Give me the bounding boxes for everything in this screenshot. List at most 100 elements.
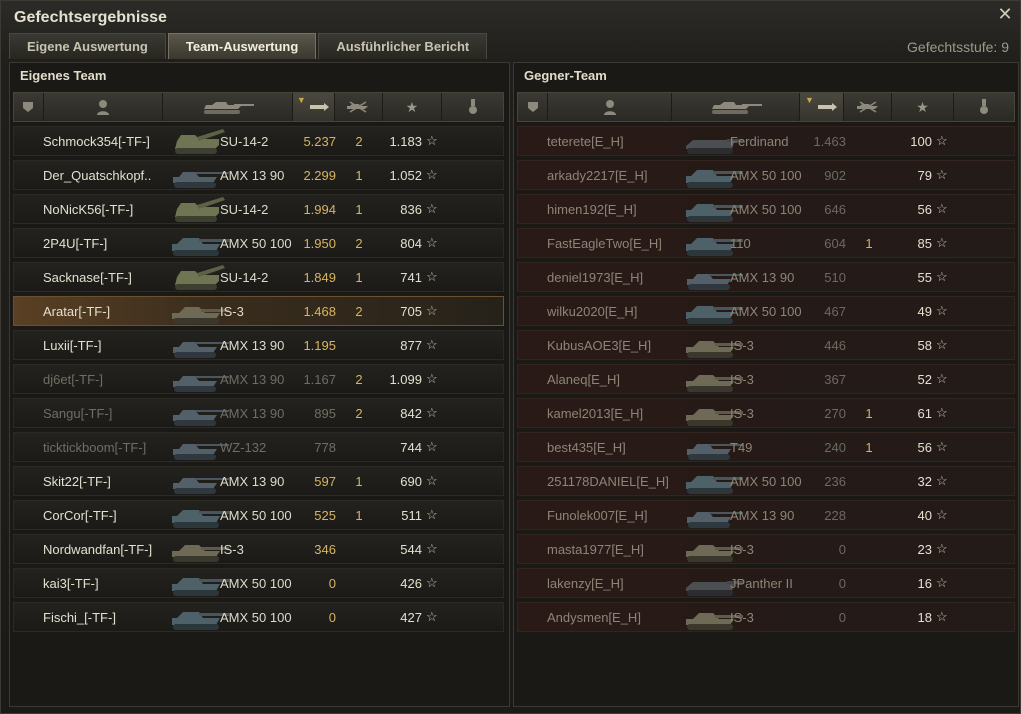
xp-star-icon: ☆	[426, 541, 438, 556]
damage-icon[interactable]: ▼	[292, 93, 335, 121]
xp-value: 52	[917, 372, 932, 387]
player-row[interactable]: Fischi_[-TF-] AMX 50 100 0 427 ☆	[13, 602, 504, 632]
player-row[interactable]: CorCor[-TF-] AMX 50 100 525 1 511 ☆	[13, 500, 504, 530]
player-row[interactable]: dj6et[-TF-] AMX 13 90 1.167 2 1.099 ☆	[13, 364, 504, 394]
damage-value: 510	[824, 270, 846, 285]
xp-value: 85	[917, 236, 932, 251]
damage-value: 1.849	[303, 270, 336, 285]
xp-value: 16	[917, 576, 932, 591]
player-row[interactable]: deniel1973[E_H] AMX 13 90 510 55 ☆	[517, 262, 1015, 292]
damage-value: 525	[314, 508, 336, 523]
player-row[interactable]: kai3[-TF-] AMX 50 100 0 426 ☆	[13, 568, 504, 598]
enemy-team-list: teterete[E_H] Ferdinand 1.463 100 ☆ arkady221…	[517, 126, 1015, 636]
platoon-icon[interactable]	[518, 93, 548, 121]
xp-star-icon: ☆	[426, 269, 438, 284]
xp-star-icon[interactable]: ★	[383, 93, 443, 121]
player-row[interactable]: Schmock354[-TF-] SU-14-2 5.237 2 1.183 ☆	[13, 126, 504, 156]
own-team-list: Schmock354[-TF-] SU-14-2 5.237 2 1.183 ☆ Der_Q…	[13, 126, 504, 636]
xp-star-icon: ☆	[936, 371, 948, 386]
player-name: Skit22[-TF-]	[43, 474, 111, 489]
player-row[interactable]: ticktickboom[-TF-] WZ-132 778 744 ☆	[13, 432, 504, 462]
xp-value: 804	[400, 236, 422, 251]
vehicle-name: IS-3	[730, 610, 754, 625]
enemy-team-title: Gegner-Team	[524, 68, 607, 83]
player-row[interactable]: Nordwandfan[-TF-] IS-3 346 544 ☆	[13, 534, 504, 564]
vehicle-name: Ferdinand	[730, 134, 789, 149]
player-row[interactable]: Aratar[-TF-] IS-3 1.468 2 705 ☆	[13, 296, 504, 326]
player-name: 2P4U[-TF-]	[43, 236, 108, 251]
medal-icon[interactable]	[442, 93, 503, 121]
player-row[interactable]: Alaneq[E_H] IS-3 367 52 ☆	[517, 364, 1015, 394]
player-name: Fischi_[-TF-]	[43, 610, 116, 625]
player-row[interactable]: masta1977[E_H] IS-3 0 23 ☆	[517, 534, 1015, 564]
xp-value: 741	[400, 270, 422, 285]
damage-icon[interactable]: ▼	[800, 93, 844, 121]
player-name: NoNicK56[-TF-]	[43, 202, 134, 217]
player-row[interactable]: arkady2217[E_H] AMX 50 100 902 79 ☆	[517, 160, 1015, 190]
player-row[interactable]: Der_Quatschkopf.. AMX 13 90 2.299 1 1.052 ☆	[13, 160, 504, 190]
player-row[interactable]: Andysmen[E_H] IS-3 0 18 ☆	[517, 602, 1015, 632]
player-name: ticktickboom[-TF-]	[43, 440, 147, 455]
player-row[interactable]: Sacknase[-TF-] SU-14-2 1.849 1 741 ☆	[13, 262, 504, 292]
vehicle-name: IS-3	[730, 406, 754, 421]
xp-value: 705	[400, 304, 422, 319]
player-name: dj6et[-TF-]	[43, 372, 103, 387]
medal-icon[interactable]	[954, 93, 1014, 121]
xp-value: 58	[917, 338, 932, 353]
player-name: masta1977[E_H]	[547, 542, 644, 557]
tab-detailed-report[interactable]: Ausführlicher Bericht	[318, 33, 488, 59]
player-row[interactable]: KubusAOE3[E_H] IS-3 446 58 ☆	[517, 330, 1015, 360]
tank-icon[interactable]	[672, 93, 800, 121]
tab-bar: Eigene Auswertung Team-Auswertung Ausfüh…	[9, 33, 489, 59]
player-row[interactable]: Skit22[-TF-] AMX 13 90 597 1 690 ☆	[13, 466, 504, 496]
vehicle-name: IS-3	[730, 542, 754, 557]
player-row[interactable]: NoNicK56[-TF-] SU-14-2 1.994 1 836 ☆	[13, 194, 504, 224]
xp-value: 40	[917, 508, 932, 523]
platoon-icon[interactable]	[14, 93, 44, 121]
xp-star-icon: ☆	[936, 473, 948, 488]
sort-caret-icon: ▼	[296, 95, 306, 105]
player-icon[interactable]	[548, 93, 672, 121]
player-row[interactable]: wilku2020[E_H] AMX 50 100 467 49 ☆	[517, 296, 1015, 326]
tab-team-evaluation[interactable]: Team-Auswertung	[167, 33, 317, 59]
damage-value: 1.950	[303, 236, 336, 251]
damage-value: 895	[314, 406, 336, 421]
player-row[interactable]: teterete[E_H] Ferdinand 1.463 100 ☆	[517, 126, 1015, 156]
xp-star-icon: ☆	[426, 303, 438, 318]
close-icon[interactable]: ✕	[997, 5, 1013, 23]
player-row[interactable]: lakenzy[E_H] JPanther II 0 16 ☆	[517, 568, 1015, 598]
player-row[interactable]: Luxii[-TF-] AMX 13 90 1.195 877 ☆	[13, 330, 504, 360]
kills-icon[interactable]	[335, 93, 383, 121]
xp-star-icon: ☆	[936, 167, 948, 182]
player-name: Nordwandfan[-TF-]	[43, 542, 153, 557]
damage-value: 228	[824, 508, 846, 523]
tank-icon[interactable]	[163, 93, 293, 121]
player-name: Alaneq[E_H]	[547, 372, 620, 387]
xp-star-icon: ☆	[426, 201, 438, 216]
kills-icon[interactable]	[844, 93, 892, 121]
vehicle-name: JPanther II	[730, 576, 793, 591]
player-name: Sangu[-TF-]	[43, 406, 113, 421]
player-icon[interactable]	[44, 93, 164, 121]
xp-value: 690	[400, 474, 422, 489]
damage-value: 0	[838, 542, 846, 557]
player-name: Aratar[-TF-]	[43, 304, 111, 319]
tab-own-evaluation[interactable]: Eigene Auswertung	[9, 33, 166, 59]
vehicle-name: WZ-132	[220, 440, 267, 455]
xp-star-icon: ☆	[426, 371, 438, 386]
player-row[interactable]: himen192[E_H] AMX 50 100 646 56 ☆	[517, 194, 1015, 224]
xp-star-icon[interactable]: ★	[892, 93, 954, 121]
vehicle-name: AMX 13 90	[220, 474, 285, 489]
xp-star-icon: ☆	[936, 133, 948, 148]
damage-value: 778	[314, 440, 336, 455]
player-row[interactable]: FastEagleTwo[E_H] 110 604 1 85 ☆	[517, 228, 1015, 258]
player-row[interactable]: Sangu[-TF-] AMX 13 90 895 2 842 ☆	[13, 398, 504, 428]
player-row[interactable]: 2P4U[-TF-] AMX 50 100 1.950 2 804 ☆	[13, 228, 504, 258]
player-row[interactable]: Funolek007[E_H] AMX 13 90 228 40 ☆	[517, 500, 1015, 530]
player-row[interactable]: kamel2013[E_H] IS-3 270 1 61 ☆	[517, 398, 1015, 428]
player-row[interactable]: best435[E_H] T49 240 1 56 ☆	[517, 432, 1015, 462]
xp-value: 426	[400, 576, 422, 591]
damage-value: 902	[824, 168, 846, 183]
player-row[interactable]: 251178DANIEL[E_H] AMX 50 100 236 32 ☆	[517, 466, 1015, 496]
xp-star-icon: ☆	[936, 439, 948, 454]
